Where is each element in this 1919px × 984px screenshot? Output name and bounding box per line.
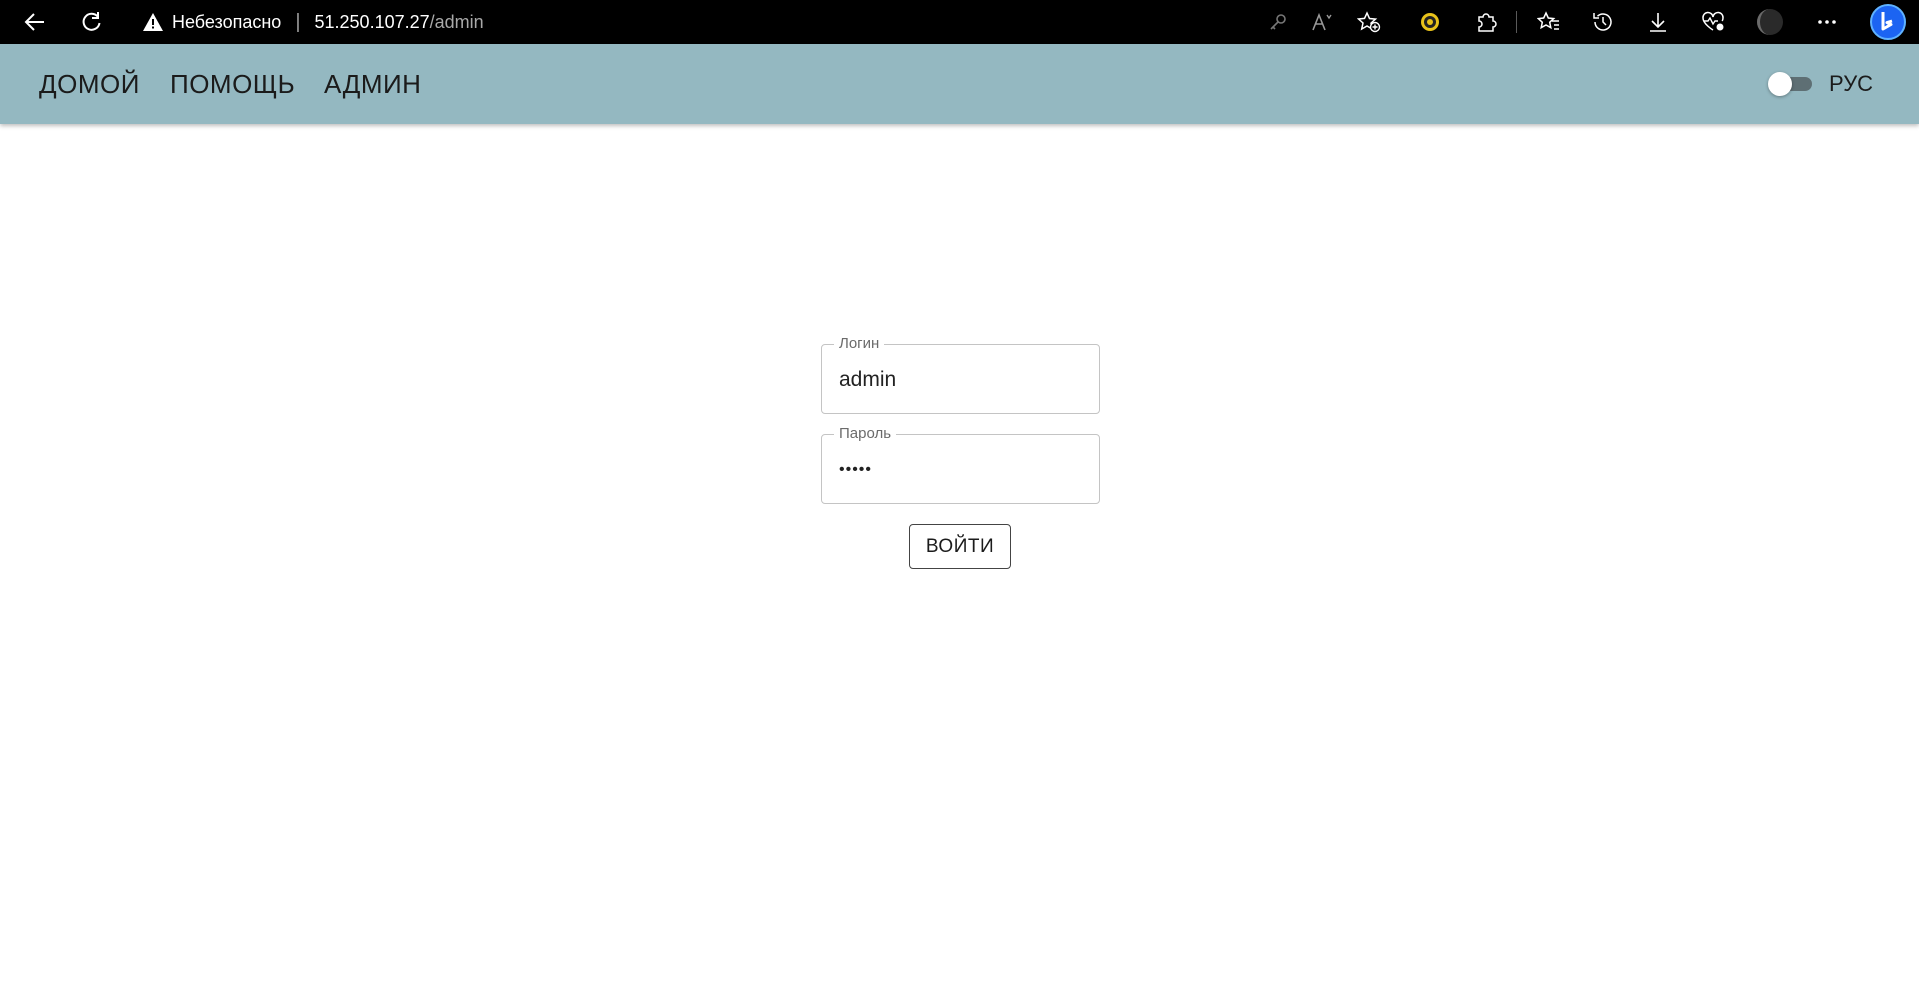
history-icon[interactable] xyxy=(1588,0,1618,44)
read-aloud-icon[interactable] xyxy=(1308,0,1336,44)
bing-icon[interactable] xyxy=(1866,0,1910,44)
profile-icon[interactable] xyxy=(1754,0,1786,44)
nav-help-link[interactable]: ПОМОЩЬ xyxy=(170,44,295,124)
language-label: РУС xyxy=(1829,71,1874,96)
browser-toolbar: Небезопасно | 51.250.107.27/admin xyxy=(0,0,1919,44)
login-button[interactable]: ВОЙТИ xyxy=(909,524,1011,569)
refresh-icon[interactable] xyxy=(76,0,106,44)
password-field[interactable]: Пароль ••••• xyxy=(821,425,1100,505)
url-host: 51.250.107.27 xyxy=(314,11,430,32)
app-header: ДОМОЙ ПОМОЩЬ АДМИН РУС xyxy=(0,44,1919,124)
login-input[interactable]: admin xyxy=(839,345,896,415)
performance-icon[interactable] xyxy=(1698,0,1728,44)
security-status[interactable]: Небезопасно xyxy=(172,12,281,33)
address-bar[interactable]: Небезопасно | 51.250.107.27/admin xyxy=(142,0,484,44)
extension-coin-icon[interactable] xyxy=(1416,0,1444,44)
back-icon[interactable] xyxy=(20,0,50,44)
nav-admin-link[interactable]: АДМИН xyxy=(324,44,421,124)
password-input[interactable]: ••••• xyxy=(839,435,872,505)
download-icon[interactable] xyxy=(1643,0,1673,44)
toggle-thumb xyxy=(1768,72,1792,96)
language-toggle[interactable] xyxy=(1768,70,1814,96)
more-icon[interactable] xyxy=(1812,0,1842,44)
url-path: /admin xyxy=(429,11,484,32)
add-favorite-icon[interactable] xyxy=(1354,0,1384,44)
nav-home-link[interactable]: ДОМОЙ xyxy=(39,44,140,124)
login-field[interactable]: Логин admin xyxy=(821,335,1100,415)
key-icon[interactable] xyxy=(1264,0,1292,44)
favorites-icon[interactable] xyxy=(1534,0,1564,44)
warning-icon xyxy=(142,12,164,32)
extensions-icon[interactable] xyxy=(1472,0,1500,44)
